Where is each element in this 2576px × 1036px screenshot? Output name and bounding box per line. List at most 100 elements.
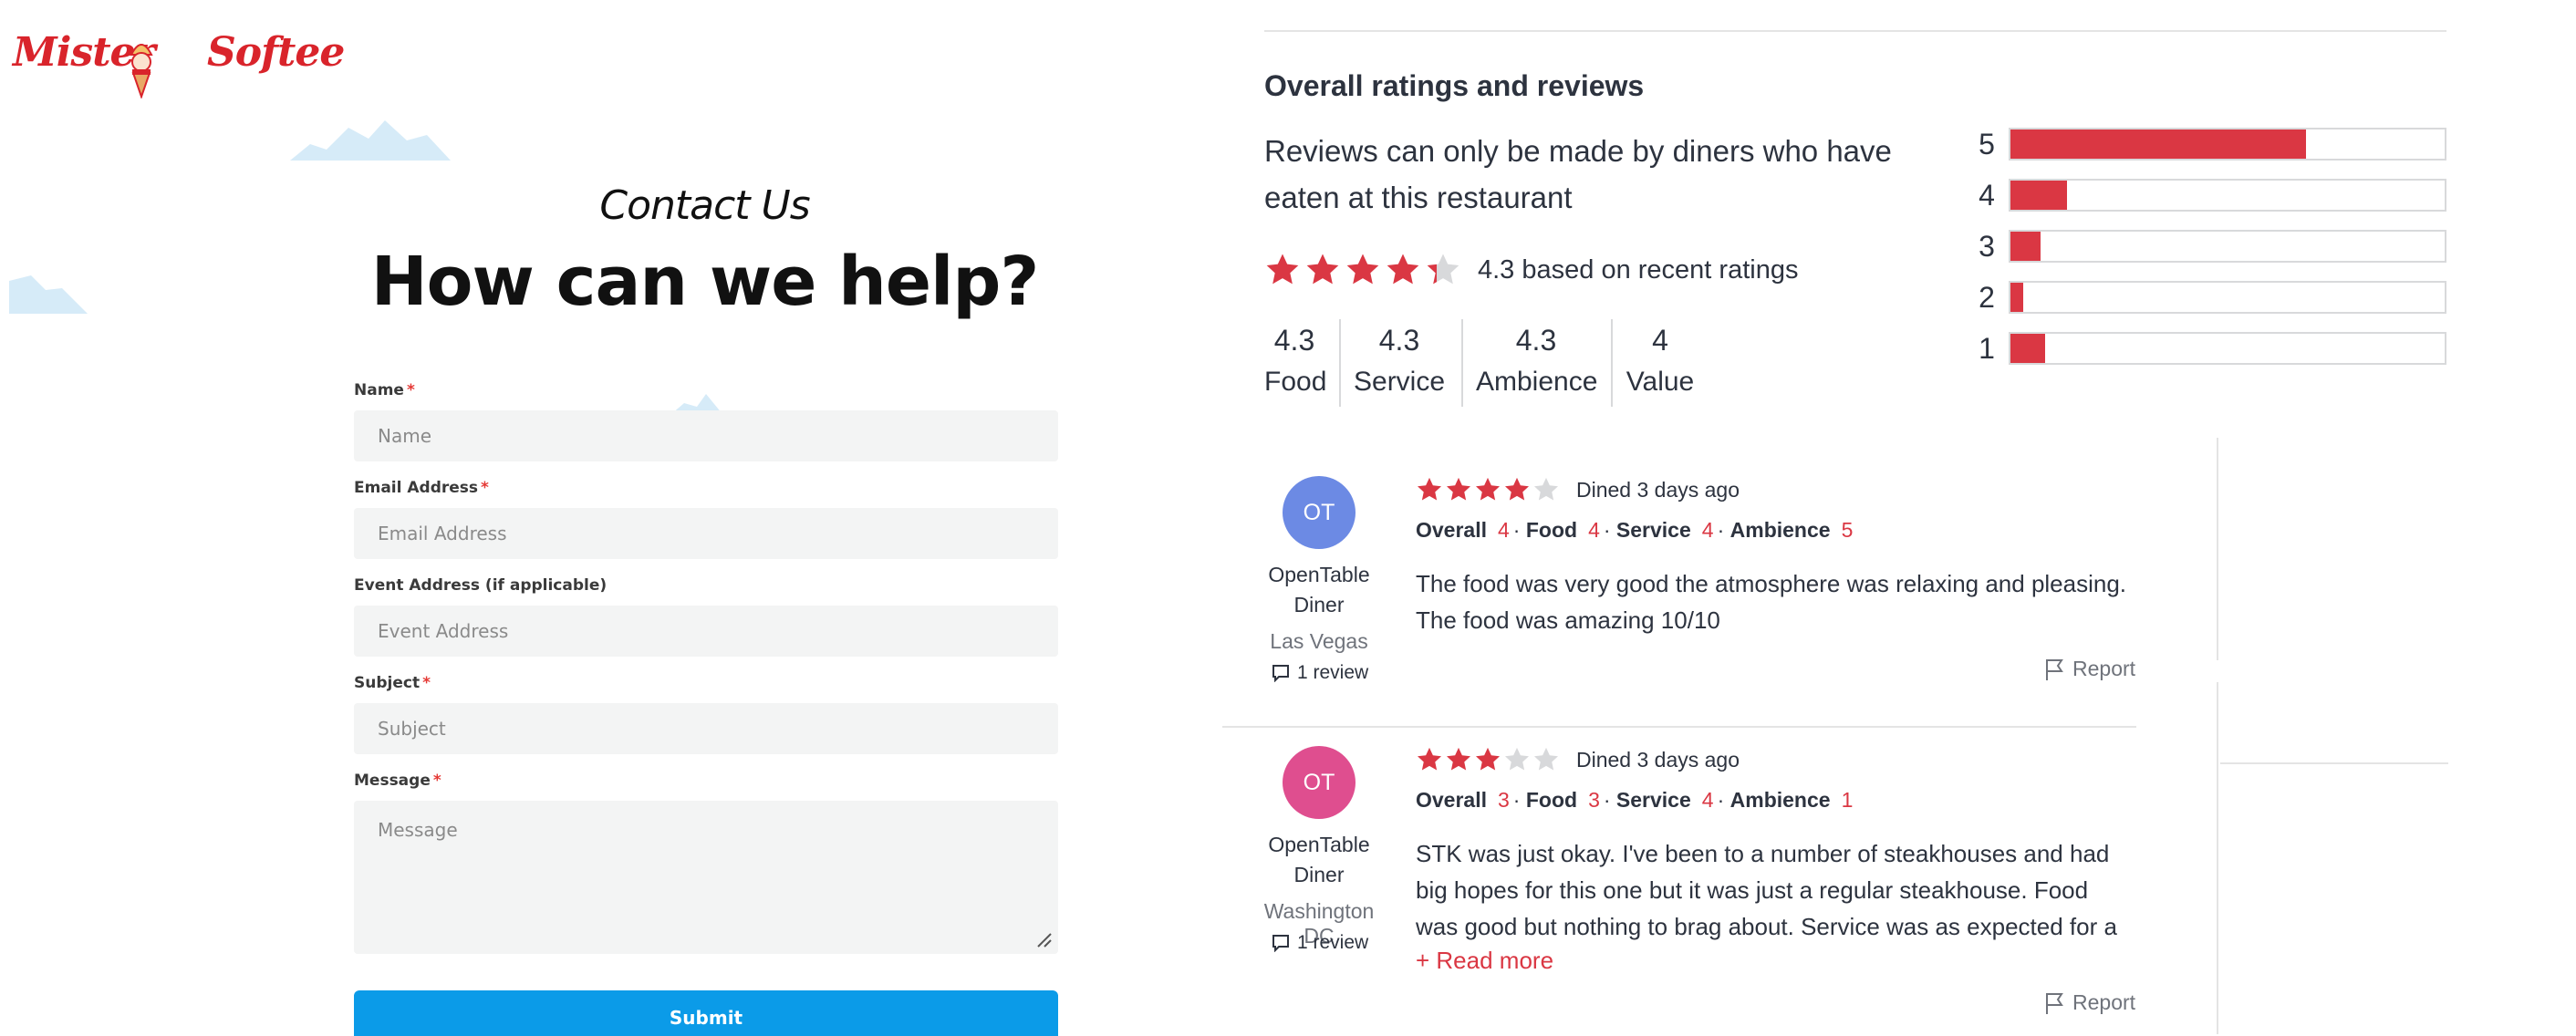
name-label: Name * [354,381,415,399]
distribution-star-label: 1 [1979,332,1995,365]
report-button[interactable]: Report [2043,657,2135,681]
category-value: 4.3 [1273,324,1315,357]
overall-rating: 4.3 based on recent ratings [1264,250,1798,290]
score-label: Ambience [1729,788,1831,812]
score-value: 4 [1498,518,1510,542]
star-icon [1306,254,1339,285]
review-scores: Overall 4 · Food 4 · Service 4 · Ambience 5 [1416,518,1854,542]
submit-button[interactable]: Submit [354,990,1058,1036]
contact-panel: Mister Softee Contact Us How can we help… [0,0,1241,1036]
distribution-bar [2009,332,2446,365]
distribution-row[interactable]: 2 [1974,281,2448,314]
review-count-text: 1 review [1297,662,1369,683]
message-textarea[interactable] [354,801,1058,954]
distribution-fill [2010,232,2041,261]
name-input[interactable] [354,410,1058,461]
contact-kicker: Contact Us [599,182,810,229]
read-more-link[interactable]: + Read more [1416,947,1553,975]
category-label: Value [1626,367,1695,397]
divider [2220,762,2448,764]
review-rating: Dined 3 days ago [1416,476,1740,503]
star-icon [1346,254,1379,285]
star-icon [1387,254,1419,285]
star-icon [1427,254,1459,285]
category-ambience: 4.3 Ambience [1476,319,1598,403]
email-input[interactable] [354,508,1058,559]
distribution-bar [2009,128,2446,161]
report-label: Report [2072,657,2136,680]
category-label: Service [1354,367,1446,397]
distribution-fill [2010,181,2067,210]
overall-rating-text: 4.3 based on recent ratings [1478,254,1799,285]
divider [2217,438,2218,660]
distribution-row[interactable]: 4 [1974,179,2448,212]
category-label: Food [1264,367,1327,397]
star-icon [1447,477,1470,501]
review-rating: Dined 3 days ago [1416,746,1740,773]
subject-input[interactable] [354,703,1058,754]
review-stars [1416,476,1562,503]
star-icon [1418,477,1441,501]
star-icon [1266,254,1299,285]
distribution-bar [2009,230,2446,263]
score-label: Service [1615,788,1691,812]
star-icon [1534,477,1558,501]
reviews-intro: Reviews can only be made by diners who h… [1264,134,1892,214]
star-icon [1476,477,1500,501]
logo-wordmark: Mister Softee [13,29,345,76]
score-value: 4 [1701,518,1714,542]
star-icon [1447,747,1470,771]
dined-date: Dined 3 days ago [1576,747,1740,772]
reviews-panel: Overall ratings and reviews Reviews can … [1222,0,2576,1036]
cloud-decoration [290,120,451,161]
divider [1264,30,2446,32]
avatar: OT [1283,476,1356,549]
divider [1339,319,1341,407]
review-text: STK was just okay. I've been to a number… [1416,840,2117,940]
score-label: Overall [1416,788,1487,812]
category-value: 4 [1652,324,1668,357]
distribution-star-label: 4 [1979,179,1995,212]
email-label: Email Address * [354,479,489,497]
category-value: 4.3 [1515,324,1557,357]
review-count-text: 1 review [1297,932,1369,953]
score-value: 4 [1701,788,1714,812]
distribution-fill [2010,283,2024,312]
review-count: 1 review [1272,932,1381,954]
score-value: 4 [1588,518,1600,542]
distribution-row[interactable]: 1 [1974,332,2448,365]
category-food: 4.3 Food [1264,319,1327,403]
speech-bubble-icon [1272,665,1289,682]
score-value: 5 [1841,518,1854,542]
resize-grip-icon[interactable] [1034,930,1053,948]
ice-cream-mascot-icon [130,44,153,98]
score-label: Food [1525,518,1578,542]
section-title: Overall ratings and reviews [1264,69,1645,102]
reviewer-name: OpenTable Diner [1268,563,1370,616]
report-button[interactable]: Report [2043,990,2135,1015]
contact-heading: How can we help? [370,243,1040,321]
distribution-star-label: 3 [1979,230,1995,263]
mister-softee-logo[interactable]: Mister Softee [13,29,345,102]
distribution-fill [2010,334,2046,363]
speech-bubble-icon [1272,935,1289,952]
flag-icon [2046,658,2063,680]
category-value-rating: 4 Value [1624,319,1697,403]
distribution-row[interactable]: 5 [1974,128,2448,161]
star-icon [1476,747,1500,771]
star-icon [1418,747,1441,771]
distribution-bar [2009,179,2446,212]
divider [1222,726,2136,728]
subject-label: Subject * [354,674,431,692]
flag-icon [2046,992,2063,1014]
score-value: 3 [1498,788,1510,812]
score-value: 1 [1841,788,1854,812]
event-address-label: Event Address (if applicable) [354,576,608,595]
score-value: 3 [1588,788,1600,812]
distribution-row[interactable]: 3 [1974,230,2448,263]
score-label: Service [1615,518,1691,542]
category-label: Ambience [1476,367,1598,397]
report-label: Report [2072,990,2136,1014]
event-address-input[interactable] [354,606,1058,657]
overall-stars [1264,252,1465,288]
